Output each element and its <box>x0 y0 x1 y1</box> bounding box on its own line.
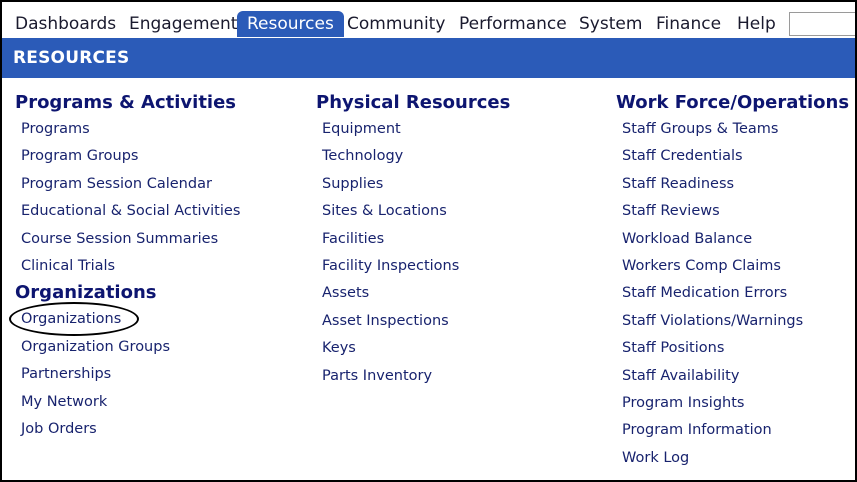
link-organizations-text: Organizations <box>21 311 122 328</box>
link-staff-positions[interactable]: Staff Positions <box>622 335 849 362</box>
link-staff-readiness[interactable]: Staff Readiness <box>622 171 849 198</box>
link-workload-balance[interactable]: Workload Balance <box>622 226 849 253</box>
link-list-organizations: Organizations Organization Groups Partne… <box>9 302 240 443</box>
link-facility-inspections[interactable]: Facility Inspections <box>322 253 510 280</box>
banner-title: RESOURCES <box>13 48 130 68</box>
link-program-insights[interactable]: Program Insights <box>622 390 849 417</box>
nav-tab-help[interactable]: Help <box>735 11 778 37</box>
nav-tab-resources[interactable]: Resources <box>237 11 344 37</box>
link-assets[interactable]: Assets <box>322 280 510 307</box>
link-staff-availability[interactable]: Staff Availability <box>622 363 849 390</box>
link-work-log[interactable]: Work Log <box>622 445 849 472</box>
link-clinical-trials[interactable]: Clinical Trials <box>21 253 240 280</box>
nav-tab-dashboards[interactable]: Dashboards <box>13 11 118 37</box>
section-title-organizations: Organizations <box>15 282 157 304</box>
link-list-physical-resources: Equipment Technology Supplies Sites & Lo… <box>316 116 510 390</box>
nav-tab-system[interactable]: System <box>577 11 644 37</box>
link-equipment[interactable]: Equipment <box>322 116 510 143</box>
link-sites-locations[interactable]: Sites & Locations <box>322 198 510 225</box>
link-keys[interactable]: Keys <box>322 335 510 362</box>
link-organizations-label[interactable]: Organizations <box>9 302 139 337</box>
link-supplies[interactable]: Supplies <box>322 171 510 198</box>
link-staff-violations-warnings[interactable]: Staff Violations/Warnings <box>622 308 849 335</box>
link-staff-medication-errors[interactable]: Staff Medication Errors <box>622 280 849 307</box>
section-title-programs-activities: Programs & Activities <box>15 92 237 113</box>
link-facilities[interactable]: Facilities <box>322 226 510 253</box>
link-program-groups[interactable]: Program Groups <box>21 143 240 170</box>
link-program-session-calendar[interactable]: Program Session Calendar <box>21 171 240 198</box>
link-list-programs-activities: Programs Program Groups Program Session … <box>15 116 240 280</box>
link-workers-comp-claims[interactable]: Workers Comp Claims <box>622 253 849 280</box>
link-staff-reviews[interactable]: Staff Reviews <box>622 198 849 225</box>
link-technology[interactable]: Technology <box>322 143 510 170</box>
column-physical-resources: Physical Resources Equipment Technology … <box>316 90 510 390</box>
link-educational-social-activities[interactable]: Educational & Social Activities <box>21 198 240 225</box>
link-parts-inventory[interactable]: Parts Inventory <box>322 363 510 390</box>
link-staff-groups-teams[interactable]: Staff Groups & Teams <box>622 116 849 143</box>
link-partnerships[interactable]: Partnerships <box>21 361 240 388</box>
link-program-information[interactable]: Program Information <box>622 417 849 444</box>
nav-tab-performance[interactable]: Performance <box>457 11 569 37</box>
link-list-work-force-operations: Staff Groups & Teams Staff Credentials S… <box>616 116 849 472</box>
nav-tab-finance[interactable]: Finance <box>654 11 723 37</box>
link-my-network[interactable]: My Network <box>21 389 240 416</box>
column-work-force-operations: Work Force/Operations Staff Groups & Tea… <box>616 90 849 472</box>
link-organizations[interactable]: Organizations <box>9 302 240 337</box>
section-title-physical-resources: Physical Resources <box>316 92 511 113</box>
resources-banner: RESOURCES <box>2 38 855 78</box>
link-staff-credentials[interactable]: Staff Credentials <box>622 143 849 170</box>
link-asset-inspections[interactable]: Asset Inspections <box>322 308 510 335</box>
link-organization-groups[interactable]: Organization Groups <box>21 334 240 361</box>
search-input[interactable] <box>789 12 855 36</box>
link-course-session-summaries[interactable]: Course Session Summaries <box>21 226 240 253</box>
column-programs-organizations: Programs & Activities Programs Program G… <box>9 90 240 443</box>
page-frame: Dashboards Engagement Resources Communit… <box>0 0 857 482</box>
top-navigation: Dashboards Engagement Resources Communit… <box>2 2 855 40</box>
nav-tab-engagement[interactable]: Engagement <box>127 11 239 37</box>
section-title-work-force-operations: Work Force/Operations <box>616 92 850 113</box>
link-job-orders[interactable]: Job Orders <box>21 416 240 443</box>
nav-tab-community[interactable]: Community <box>345 11 447 37</box>
link-programs[interactable]: Programs <box>21 116 240 143</box>
